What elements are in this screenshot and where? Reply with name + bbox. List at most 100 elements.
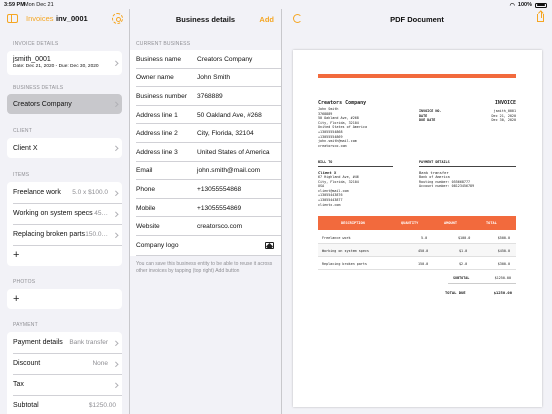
plus-icon: + [13, 292, 20, 305]
invoices-back-button[interactable]: Invoices [26, 14, 54, 23]
field-label: Mobile [136, 204, 156, 212]
pdf-meta-values: jsmith_0001 Dec 21, 2020 Dec 30, 2020 [491, 109, 517, 123]
add-photo-button[interactable]: + [7, 289, 122, 309]
field-label: Business number [136, 92, 187, 100]
gear-icon[interactable] [112, 13, 123, 24]
item-value: 5.0 x $100.0 [72, 189, 108, 196]
pdf-subtotal-value: $1250.00 [494, 276, 511, 280]
field-value[interactable]: +13055554869 [197, 205, 241, 212]
payment-details-row[interactable]: Payment details Bank transfer [7, 332, 122, 353]
pdf-page: Creators Company John Smith 3768889 50 O… [293, 50, 542, 407]
list-item[interactable]: Freelance work 5.0 x $100.0 [7, 182, 122, 203]
client-name-label: Client X [13, 144, 38, 152]
field-value[interactable]: creatorsco.com [197, 223, 242, 230]
add-button[interactable]: Add [259, 15, 274, 24]
table-row: Freelance work 5.0 $100.0 $500.0 [318, 231, 516, 244]
items-header: ITEMS [13, 172, 30, 178]
invoice-details-row[interactable]: jsmith_0001 Date: Dec 21, 2020 - Due: De… [7, 51, 122, 75]
business-number-field[interactable]: Business number 3768889 [130, 87, 281, 106]
client-header: CLIENT [13, 128, 32, 134]
field-label: Address line 3 [136, 148, 178, 156]
status-time: 3:59 PM [4, 1, 25, 8]
table-row: Working on system specs 450.0 $1.0 $450.… [318, 244, 516, 257]
invoice-title: inv_0001 [56, 14, 88, 23]
invoice-dates: Date: Dec 21, 2020 - Due: Dec 30, 2020 [13, 64, 99, 70]
field-value[interactable]: City, Florida, 32104 [197, 130, 254, 137]
subtotal-label: Subtotal [13, 402, 39, 409]
table-row: Replacing broken parts 150.0 $2.0 $300.0 [318, 257, 516, 270]
divider [419, 166, 516, 167]
pdf-title: PDF Document [390, 14, 444, 24]
pdf-accent-bar [318, 74, 516, 78]
business-row[interactable]: Creators Company [7, 94, 122, 114]
list-item[interactable]: Working on system specs 45… [7, 203, 122, 224]
list-item[interactable]: Replacing broken parts 150.0… [7, 224, 122, 245]
email-field[interactable]: Email john.smith@mail.com [130, 161, 281, 181]
divider [318, 166, 393, 167]
field-value[interactable]: United States of America [197, 149, 270, 156]
field-label: Email [136, 167, 153, 175]
chevron-right-icon [112, 211, 118, 216]
client-row[interactable]: Client X [7, 138, 122, 158]
subtotal-value: $1250.00 [88, 402, 116, 409]
item-name: Freelance work [13, 189, 61, 196]
pdf-total-label: TOTAL DUE [445, 290, 466, 295]
field-value[interactable]: John Smith [197, 74, 230, 81]
photo-icon[interactable] [265, 241, 274, 249]
field-label: Business name [136, 55, 182, 63]
invoice-nav-bar: Invoices inv_0001 [0, 9, 129, 29]
address-line-3-field[interactable]: Address line 3 United States of America [130, 142, 281, 162]
payment-header: PAYMENT [13, 322, 38, 328]
owner-name-field[interactable]: Owner name John Smith [130, 68, 281, 88]
pdf-payment-details: Bank of America Routing number: 05566877… [419, 175, 475, 189]
photos-header: PHOTOS [13, 279, 36, 285]
address-line-2-field[interactable]: Address line 2 City, Florida, 32104 [130, 124, 281, 143]
field-value[interactable]: +13055554868 [197, 186, 241, 193]
chevron-right-icon [112, 361, 118, 366]
discount-value: None [92, 360, 108, 367]
field-label: Phone [136, 185, 156, 193]
business-details-panel: Business details Add CURRENT BUSINESS Bu… [130, 9, 282, 414]
pdf-subtotal-label: SUBTOTAL [453, 276, 470, 280]
item-name: Working on system specs [13, 210, 93, 217]
payment-value: Bank transfer [69, 339, 108, 346]
chevron-right-icon [112, 60, 118, 66]
field-label: Owner name [136, 74, 174, 82]
discount-row[interactable]: Discount None [7, 353, 122, 374]
invoice-details-header: INVOICE DETAILS [13, 41, 59, 47]
business-name-field[interactable]: Business name Creators Company [130, 50, 281, 69]
item-value: 150.0… [85, 231, 108, 238]
pdf-company-name: Creators Company [318, 100, 367, 106]
battery-icon [535, 2, 547, 8]
chevron-right-icon [112, 190, 118, 195]
business-details-header: BUSINESS DETAILS [13, 85, 64, 91]
field-value[interactable]: Creators Company [197, 56, 252, 63]
website-field[interactable]: Website creatorsco.com [130, 217, 281, 236]
chevron-right-icon [112, 101, 118, 107]
tax-row[interactable]: Tax [7, 374, 122, 395]
status-date: Mon Dec 21 [24, 1, 54, 8]
mobile-field[interactable]: Mobile +13055554869 [130, 198, 281, 218]
share-icon[interactable] [537, 10, 544, 22]
business-form: Business name Creators Company Owner name… [130, 50, 281, 256]
wifi-icon: ◠ [509, 2, 515, 9]
field-label: Address line 2 [136, 130, 178, 138]
pdf-bill-to-label: BILL TO [318, 160, 333, 164]
field-value[interactable]: 50 Oakland Ave, #268 [197, 112, 262, 119]
discount-label: Discount [13, 360, 41, 367]
address-line-1-field[interactable]: Address line 1 50 Oakland Ave, #268 [130, 105, 281, 125]
field-value[interactable]: 3768889 [197, 93, 223, 100]
add-item-button[interactable]: + [7, 245, 122, 266]
chevron-right-icon [112, 232, 118, 237]
invoice-sidebar: Invoices inv_0001 INVOICE DETAILS jsmith… [0, 9, 130, 414]
pdf-panel: PDF Document Creators Company John Smith… [282, 9, 552, 414]
phone-field[interactable]: Phone +13055554868 [130, 180, 281, 199]
status-bar: 3:59 PM Mon Dec 21 ◠ 100% [0, 0, 552, 9]
sidebar-toggle-icon[interactable] [7, 14, 18, 23]
item-value: 45… [94, 210, 108, 217]
company-logo-row[interactable]: Company logo [130, 235, 281, 256]
pdf-meta-keys: INVOICE NO. DATE DUE DATE [419, 109, 442, 123]
business-note: You can save this business entity to be … [136, 260, 273, 274]
pdf-nav-bar: PDF Document [282, 9, 552, 29]
field-value[interactable]: john.smith@mail.com [197, 167, 260, 174]
